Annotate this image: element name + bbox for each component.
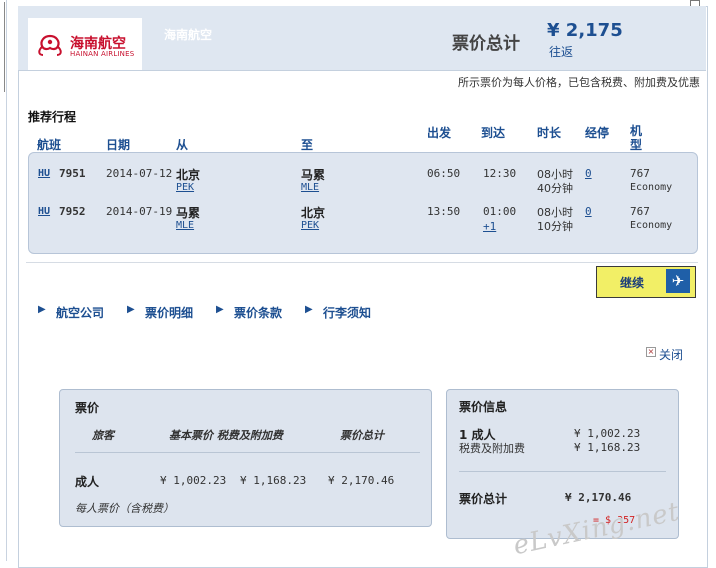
fare-passenger-type: 成人 — [75, 475, 100, 489]
total-price-label: 票价总计 — [452, 34, 520, 54]
col-flight: 航班 — [37, 138, 62, 152]
airplane-icon[interactable]: ✈ — [666, 269, 690, 293]
duration-minutes: 10分钟 — [537, 220, 573, 233]
tab-fare-details[interactable]: 票价明细 — [145, 304, 193, 321]
to-code-link[interactable]: MLE — [301, 182, 319, 193]
to-code-link[interactable]: PEK — [301, 220, 319, 231]
stops-link[interactable]: 0 — [585, 167, 592, 180]
tab-airline[interactable]: 航空公司 — [56, 304, 104, 321]
from-city: 马累 — [176, 206, 201, 220]
duration-minutes: 40分钟 — [537, 182, 573, 195]
fare-total: ¥ 2,170.46 — [328, 474, 395, 487]
left-frame-scroll — [0, 2, 5, 92]
section-divider — [26, 262, 698, 263]
hainan-emblem-icon — [38, 34, 62, 56]
tab-baggage-info[interactable]: 行李须知 — [323, 304, 371, 321]
from-code-link[interactable]: PEK — [176, 182, 194, 193]
cabin-class: Economy — [630, 182, 673, 193]
info-total-value: ¥ 2,170.46 — [565, 491, 632, 504]
col-duration: 时长 — [537, 126, 562, 140]
col-from: 从 — [176, 138, 189, 152]
aircraft-type: 767 — [630, 205, 650, 218]
tab-arrow-icon: ▶ — [127, 304, 135, 315]
depart-time: 13:50 — [427, 205, 461, 218]
arrive-time: 12:30 — [483, 167, 517, 180]
info-divider — [459, 471, 666, 472]
from-code-link[interactable]: MLE — [176, 220, 194, 231]
arrive-time: 01:00 — [483, 205, 517, 218]
trip-type: 往返 — [549, 45, 574, 59]
price-note: 所示票价为每人价格，已包含税费、附加费及优惠 — [458, 76, 700, 89]
next-day-link[interactable]: +1 — [483, 220, 496, 233]
airline-code-link[interactable]: HU — [38, 168, 50, 179]
col-stops: 经停 — [585, 126, 610, 140]
close-link[interactable]: 关闭 — [659, 346, 683, 363]
airline-code-link[interactable]: HU — [38, 206, 50, 217]
stops-link[interactable]: 0 — [585, 205, 592, 218]
tab-arrow-icon: ▶ — [38, 304, 46, 315]
logo-english-text: HAINAN AIRLINES — [70, 50, 135, 58]
from-city: 北京 — [176, 168, 201, 182]
fare-tax: ¥ 1,168.23 — [240, 474, 307, 487]
recommended-itinerary-title: 推荐行程 — [28, 110, 77, 124]
close-icon[interactable]: × — [646, 347, 656, 357]
fare-header-passenger: 旅客 — [92, 429, 114, 442]
depart-time: 06:50 — [427, 167, 461, 180]
flight-date: 2014-07-19 — [106, 205, 173, 218]
fare-info-title: 票价信息 — [459, 400, 508, 414]
tab-arrow-icon: ▶ — [305, 304, 313, 315]
col-to: 至 — [301, 138, 314, 152]
airline-title: 海南航空 — [164, 28, 213, 42]
aircraft-type: 767 — [630, 167, 650, 180]
fare-box-title: 票价 — [75, 401, 100, 415]
fare-header-divider — [75, 452, 420, 453]
fare-footnote: 每人票价（含税费） — [75, 502, 174, 515]
col-arrive: 到达 — [481, 126, 506, 140]
fare-header-total: 票价总计 — [340, 429, 384, 442]
cabin-class: Economy — [630, 220, 673, 231]
fare-base: ¥ 1,002.23 — [160, 474, 227, 487]
col-aircraft: 机型 — [630, 124, 643, 152]
info-line1-value: ¥ 1,002.23 — [574, 427, 641, 440]
fare-header-base-tax: 基本票价 税费及附加费 — [169, 429, 283, 442]
info-total-label: 票价总计 — [459, 492, 508, 506]
continue-label[interactable]: 继续 — [620, 274, 644, 291]
flight-number: 7952 — [59, 205, 86, 218]
col-depart: 出发 — [427, 126, 452, 140]
to-city: 马累 — [301, 168, 326, 182]
info-line2-label: 税费及附加费 — [459, 442, 525, 455]
flight-number: 7951 — [59, 167, 86, 180]
flight-date: 2014-07-12 — [106, 167, 173, 180]
tab-arrow-icon: ▶ — [216, 304, 224, 315]
tab-fare-rules[interactable]: 票价条款 — [234, 304, 282, 321]
col-date: 日期 — [106, 138, 131, 152]
info-line2-value: ¥ 1,168.23 — [574, 441, 641, 454]
to-city: 北京 — [301, 206, 326, 220]
total-price-amount: ¥ 2,175 — [547, 20, 623, 41]
